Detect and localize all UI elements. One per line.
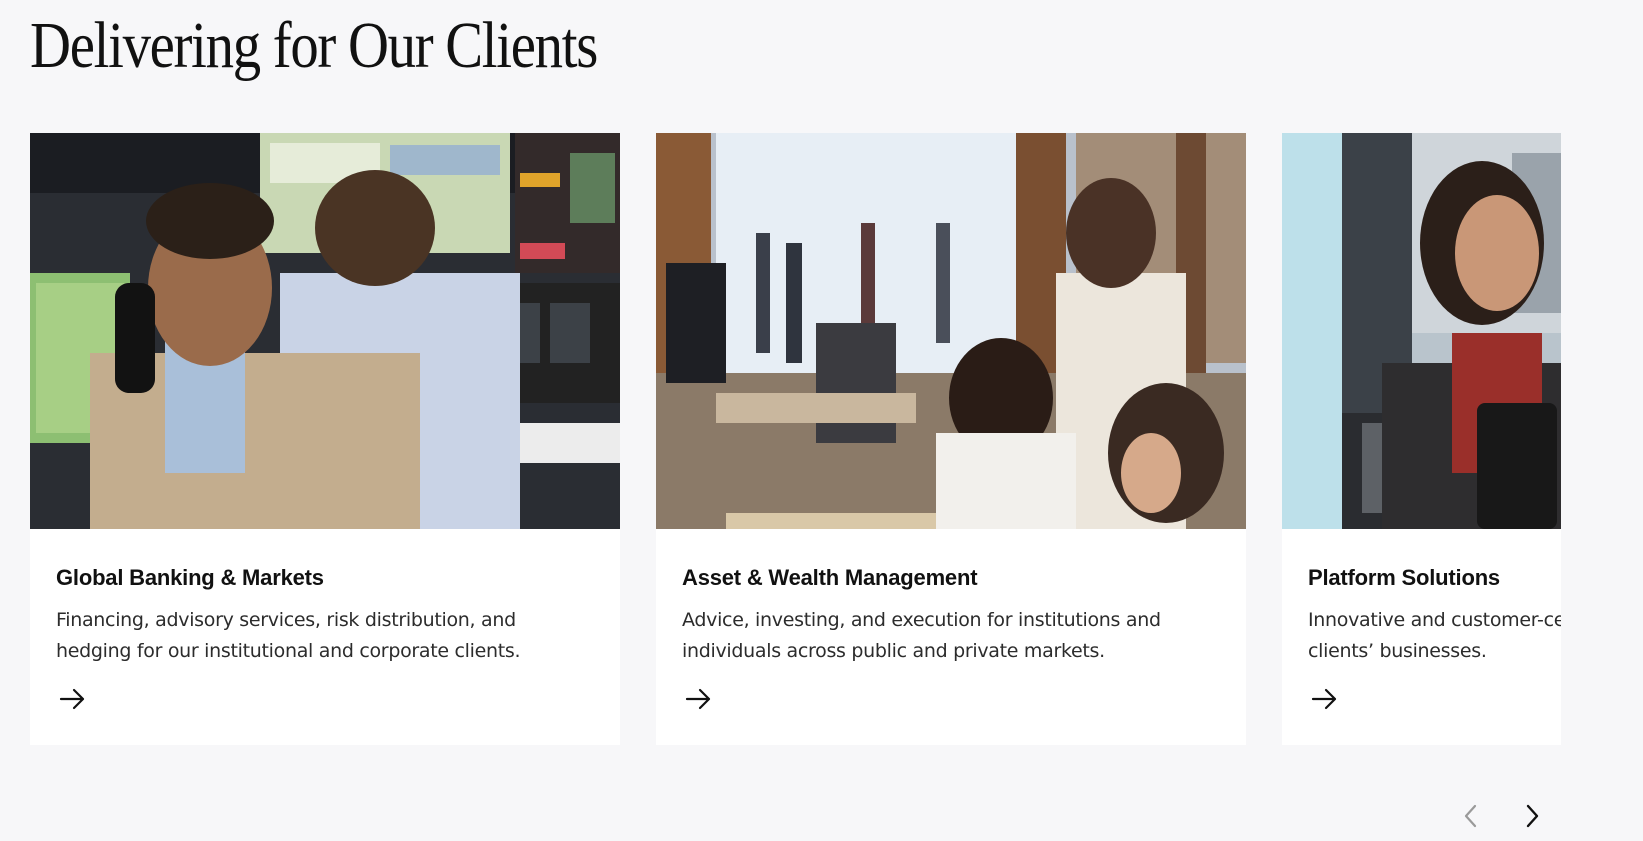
carousel-next-button[interactable]	[1518, 800, 1546, 832]
card-description: Advice, investing, and execution for ins…	[682, 609, 1161, 662]
arrow-right-icon[interactable]	[1310, 687, 1340, 711]
chevron-right-icon	[1526, 804, 1539, 828]
card-platform-solutions[interactable]: Platform Solutions Innovative and custom…	[1282, 133, 1561, 745]
trading-desk-photo	[30, 133, 620, 529]
carousel-prev-button[interactable]	[1457, 800, 1485, 832]
card-description: Innovative and customer-centric platform…	[1308, 609, 1561, 662]
card-asset-wealth-management[interactable]: Asset & Wealth Management Advice, invest…	[656, 133, 1246, 745]
card-body: Platform Solutions Innovative and custom…	[1308, 565, 1561, 667]
card-global-banking-markets[interactable]: Global Banking & Markets Financing, advi…	[30, 133, 620, 745]
carousel: Global Banking & Markets Financing, advi…	[30, 133, 1561, 745]
card-image-agent-headset	[1282, 133, 1561, 529]
arrow-right-icon[interactable]	[684, 687, 714, 711]
card-title[interactable]: Global Banking & Markets	[56, 565, 596, 591]
card-image-trading-desk	[30, 133, 620, 529]
card-image-office-floor	[656, 133, 1246, 529]
section-title: Delivering for Our Clients	[30, 9, 598, 82]
chevron-left-icon	[1464, 804, 1477, 828]
card-title[interactable]: Asset & Wealth Management	[682, 565, 1222, 591]
card-title[interactable]: Platform Solutions	[1308, 565, 1561, 591]
agent-headset-photo	[1282, 133, 1561, 529]
card-body: Asset & Wealth Management Advice, invest…	[682, 565, 1222, 667]
arrow-right-icon[interactable]	[58, 687, 88, 711]
office-floor-photo	[656, 133, 1246, 529]
card-description: Financing, advisory services, risk distr…	[56, 609, 521, 662]
card-body: Global Banking & Markets Financing, advi…	[56, 565, 596, 667]
